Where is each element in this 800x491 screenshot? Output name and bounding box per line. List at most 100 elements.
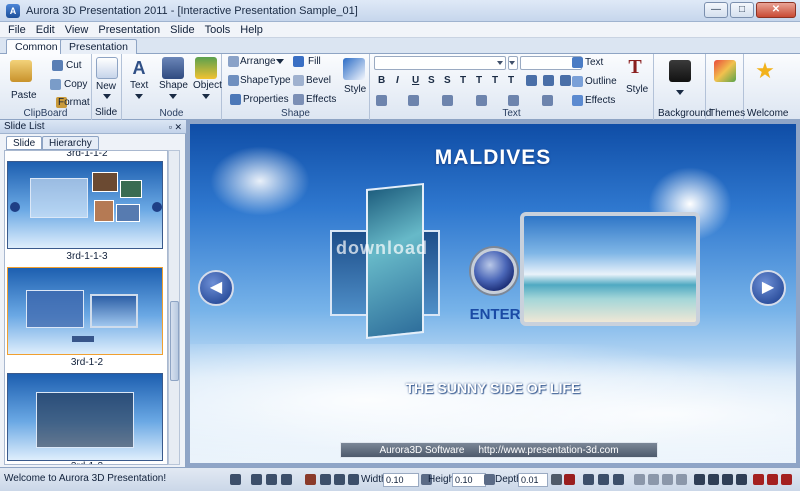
rotate-tool-icon[interactable] <box>334 474 345 485</box>
slide-tagline[interactable]: THE SUNNY SIDE OF LIFE <box>190 380 796 396</box>
effects-icon[interactable] <box>293 94 304 105</box>
font-family-combo[interactable] <box>374 56 506 70</box>
close-button[interactable]: ✕ <box>756 2 796 18</box>
tab-hierarchy[interactable]: Hierarchy <box>42 136 99 150</box>
scale-tool-icon[interactable] <box>348 474 359 485</box>
clapperboard-icon[interactable] <box>669 60 691 82</box>
align-right-icon[interactable] <box>560 75 571 86</box>
strike-button[interactable]: S <box>428 75 435 86</box>
status-tool-icon[interactable] <box>564 474 575 485</box>
slide-item-label[interactable]: 3rd-1-1-2 <box>5 151 167 159</box>
slide-thumbnail[interactable] <box>7 373 163 461</box>
bevel-label[interactable]: Bevel <box>306 75 331 86</box>
properties-label[interactable]: Properties <box>243 94 289 105</box>
slide-list-scrollbar[interactable] <box>168 150 180 465</box>
arrange-dropdown-icon[interactable] <box>276 59 284 64</box>
shape-tool-icon[interactable] <box>162 57 184 79</box>
cut-icon[interactable] <box>52 60 63 71</box>
reset-icon[interactable] <box>767 474 778 485</box>
next-slide-icon[interactable]: ▶ <box>750 270 786 306</box>
shape-label[interactable]: Shape <box>159 80 188 91</box>
align-icon[interactable] <box>676 474 687 485</box>
slide-preview[interactable]: MALDIVES download ENTER ◀ ▶ THE SUNNY SI… <box>190 124 796 463</box>
distribute-icon[interactable] <box>722 474 733 485</box>
reset-icon[interactable] <box>781 474 792 485</box>
tab-presentation[interactable]: Presentation <box>60 39 137 54</box>
italic-button[interactable]: I <box>396 75 399 86</box>
text-t3-button[interactable]: T <box>492 75 498 86</box>
list-icon[interactable] <box>442 95 453 106</box>
menu-file[interactable]: File <box>8 24 26 36</box>
enter-button[interactable] <box>471 248 517 294</box>
menu-presentation[interactable]: Presentation <box>98 24 160 36</box>
distribute-icon[interactable] <box>708 474 719 485</box>
outline-icon[interactable] <box>572 76 583 87</box>
text-style-label[interactable]: Style <box>626 84 648 95</box>
footer-url[interactable]: http://www.presentation-3d.com <box>478 445 618 456</box>
object-dropdown-icon[interactable] <box>202 94 210 99</box>
bold-button[interactable]: B <box>378 75 385 86</box>
bevel-icon[interactable] <box>293 75 304 86</box>
status-tool-icon[interactable] <box>230 474 241 485</box>
shape-dropdown-icon[interactable] <box>169 94 177 99</box>
align-icon[interactable] <box>648 474 659 485</box>
char-spacing-icon[interactable] <box>376 95 387 106</box>
cut-label[interactable]: Cut <box>66 60 82 71</box>
status-tool-icon[interactable] <box>598 474 609 485</box>
prev-slide-icon[interactable]: ◀ <box>198 270 234 306</box>
background-label[interactable]: Background <box>658 108 711 119</box>
move-tool-icon[interactable] <box>320 474 331 485</box>
slide-item-label[interactable]: 3rd-1-2 <box>5 357 167 368</box>
height-field[interactable]: 0.10 <box>452 473 486 487</box>
tab-common[interactable]: Common <box>6 39 67 54</box>
align-center-icon[interactable] <box>543 75 554 86</box>
text-t4-button[interactable]: T <box>508 75 514 86</box>
paste-label[interactable]: Paste <box>11 90 37 101</box>
distribute-icon[interactable] <box>694 474 705 485</box>
themes-icon[interactable] <box>714 60 736 82</box>
shape-style-icon[interactable] <box>343 58 365 80</box>
underline-button[interactable]: U <box>412 75 419 86</box>
slide-item-label[interactable]: 3rd-1-3 <box>5 461 167 464</box>
text-tool-icon[interactable]: A <box>128 57 150 79</box>
fill-label[interactable]: Fill <box>308 56 321 67</box>
arrange-icon[interactable] <box>228 56 239 67</box>
distribute-icon[interactable] <box>736 474 747 485</box>
collage-photo-front[interactable] <box>366 182 424 340</box>
copy-label[interactable]: Copy <box>64 79 87 90</box>
text-effects-icon[interactable] <box>572 95 583 106</box>
status-tool-icon[interactable] <box>251 474 262 485</box>
width-field[interactable]: 0.10 <box>383 473 419 487</box>
align-left-icon[interactable] <box>526 75 537 86</box>
text-effects-label[interactable]: Effects <box>585 95 615 106</box>
object-label[interactable]: Object <box>193 80 222 91</box>
text-color-label[interactable]: Text <box>585 57 603 68</box>
shape-effects-label[interactable]: Effects <box>306 94 336 105</box>
tab-slide[interactable]: Slide <box>6 136 43 150</box>
status-tool-icon[interactable] <box>551 474 562 485</box>
status-tool-icon[interactable] <box>613 474 624 485</box>
panel-controls[interactable]: ▫ ✕ <box>169 121 182 134</box>
beach-photo[interactable] <box>520 212 700 326</box>
menu-view[interactable]: View <box>65 24 89 36</box>
text-color-icon[interactable] <box>572 57 583 68</box>
text-dropdown-icon[interactable] <box>135 94 143 99</box>
depth-field[interactable]: 0.01 <box>518 473 548 487</box>
shadow-text-button[interactable]: S <box>444 75 451 86</box>
vertical-align-icon[interactable] <box>542 95 553 106</box>
text-t2-button[interactable]: T <box>476 75 482 86</box>
new-label[interactable]: New <box>96 81 116 92</box>
text-label[interactable]: Text <box>130 80 148 91</box>
slide-item-label[interactable]: 3rd-1-1-3 <box>5 251 167 262</box>
properties-icon[interactable] <box>230 94 241 105</box>
slide-footer-bar[interactable]: Aurora3D Software http://www.presentatio… <box>340 442 658 458</box>
new-slide-icon[interactable] <box>96 57 118 79</box>
align-icon[interactable] <box>634 474 645 485</box>
welcome-label[interactable]: Welcome <box>747 108 789 119</box>
object-tool-icon[interactable] <box>195 57 217 79</box>
shape-style-label[interactable]: Style <box>344 84 366 95</box>
background-dropdown-icon[interactable] <box>676 90 684 95</box>
status-tool-icon[interactable] <box>305 474 316 485</box>
slide-thumbnail[interactable] <box>7 161 163 249</box>
star-icon[interactable]: ★ <box>754 60 776 82</box>
